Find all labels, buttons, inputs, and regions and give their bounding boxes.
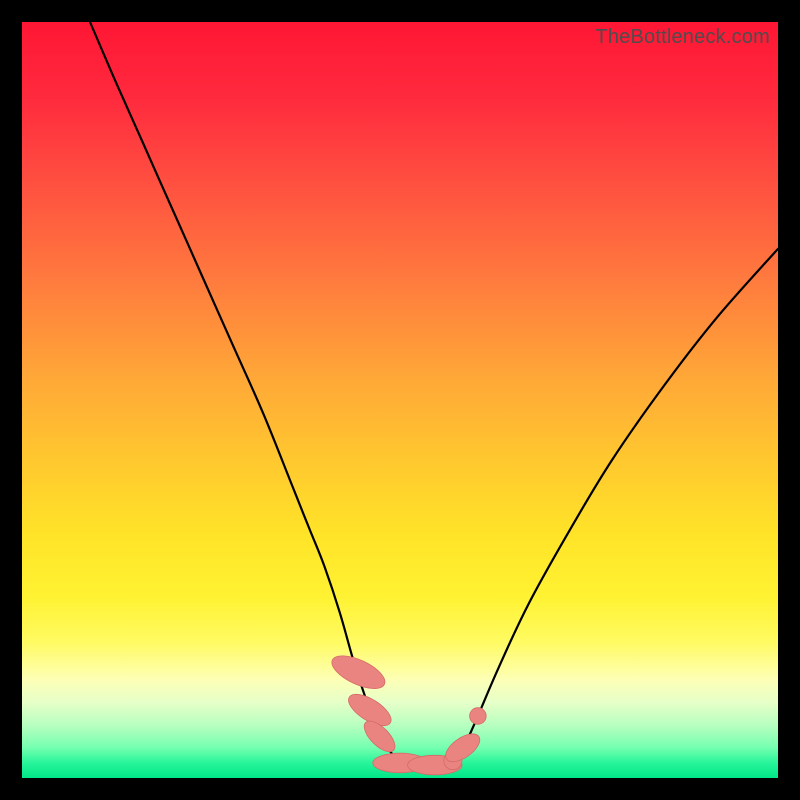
chart-area: TheBottleneck.com [22, 22, 778, 778]
marker-layer [327, 649, 486, 775]
chart-svg [22, 22, 778, 778]
curve-marker [327, 649, 389, 695]
curve-marker [470, 708, 487, 725]
bottleneck-curve [90, 22, 778, 767]
